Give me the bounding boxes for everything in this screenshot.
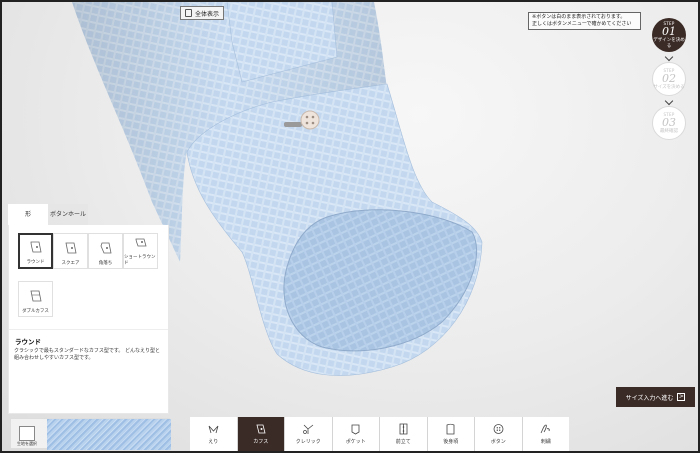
part-toolbar: えり カフス クレリック ポケット 前立て 後身頃 ボタン 刺繍 [190, 417, 569, 451]
step-01[interactable]: STEP 01 デザインを決める [652, 18, 686, 52]
placket-icon [399, 423, 408, 435]
toolbar-placket[interactable]: 前立て [380, 417, 427, 451]
round-cuff-icon [30, 241, 41, 253]
toolbar-label: えり [208, 439, 219, 445]
option-corner-cut[interactable]: 角落ち [88, 233, 123, 269]
chevron-down-icon [664, 52, 674, 62]
notice-line: 正しくはボタンメニューで確かめてください [532, 21, 632, 27]
fabric-select-label: 生地を選択 [17, 441, 37, 446]
proceed-to-size-button[interactable]: サイズ入力へ進む > [616, 387, 695, 407]
step-navigation: STEP 01 デザインを決める STEP 02 サイズを決める STEP 03… [650, 18, 688, 140]
option-label: スクエア [61, 261, 80, 266]
fabric-selector[interactable]: 生地を選択 [10, 418, 171, 450]
short-round-cuff-icon [135, 238, 147, 247]
panel-tabs: 形 ボタンホール [8, 204, 169, 225]
description-line: 組み合わせしやすいカフス型です。 [14, 355, 94, 361]
pocket-icon [351, 424, 360, 435]
corner-cut-cuff-icon [100, 242, 111, 254]
cuff-options-panel: 形 ボタンホール ラウンド スクエア 角落ち ショートラウンド ダブルカフス ラ… [8, 204, 169, 414]
panel-body: ラウンド スクエア 角落ち ショートラウンド ダブルカフス ラウンド クラシック… [8, 225, 169, 414]
toolbar-button[interactable]: ボタン [475, 417, 522, 451]
cuff-option-grid: ラウンド スクエア 角落ち ショートラウンド ダブルカフス [9, 225, 168, 329]
toolbar-label: 後身頃 [443, 439, 459, 445]
step-text: 最終確認 [660, 128, 678, 134]
fabric-swatch[interactable] [47, 419, 171, 450]
toolbar-label: カフス [253, 439, 269, 445]
toolbar-pocket[interactable]: ポケット [332, 417, 379, 451]
step-number: 03 [662, 115, 676, 129]
cuff-icon [256, 424, 266, 434]
step-number: 02 [662, 71, 676, 85]
option-short-round[interactable]: ショートラウンド [123, 233, 158, 269]
toolbar-label: クレリック [295, 439, 321, 445]
option-label: ラウンド [26, 260, 45, 265]
option-description-title: ラウンド [9, 329, 168, 348]
button-icon [493, 424, 504, 434]
full-view-label: 全体表示 [195, 10, 220, 18]
toolbar-embroidery[interactable]: 刺繍 [522, 417, 569, 451]
app-frame: 全体表示 ※ボタンは白のまま表示されております。 正しくはボタンメニューで確かめ… [0, 0, 700, 453]
step-number: 01 [662, 25, 676, 38]
option-label: 角落ち [98, 261, 113, 266]
collar-icon [208, 425, 219, 434]
toolbar-cuffs[interactable]: カフス [237, 417, 284, 451]
shirt-icon [185, 9, 192, 17]
option-square[interactable]: スクエア [53, 233, 88, 269]
toolbar-collar[interactable]: えり [190, 417, 237, 451]
proceed-label: サイズ入力へ進む [625, 394, 674, 402]
toolbar-label: ボタン [490, 439, 506, 445]
option-label: ダブルカフス [22, 309, 49, 314]
toolbar-back-body[interactable]: 後身頃 [427, 417, 474, 451]
step-02[interactable]: STEP 02 サイズを決める [652, 62, 686, 96]
back-body-icon [446, 423, 455, 435]
double-cuff-icon [30, 290, 41, 302]
toolbar-label: 刺繍 [540, 439, 551, 445]
option-label: ショートラウンド [124, 255, 156, 266]
step-03[interactable]: STEP 03 最終確認 [652, 106, 686, 140]
arrow-right-icon: > [677, 393, 686, 401]
cleric-icon [302, 424, 313, 434]
toolbar-label: 前立て [395, 439, 411, 445]
tab-shape[interactable]: 形 [8, 204, 48, 225]
button-color-notice: ※ボタンは白のまま表示されております。 正しくはボタンメニューで確かめてください [528, 12, 641, 30]
square-cuff-icon [65, 242, 76, 254]
chevron-down-icon [664, 96, 674, 106]
notice-line: ※ボタンは白のまま表示されております。 [532, 14, 626, 20]
toolbar-cleric[interactable]: クレリック [285, 417, 332, 451]
option-round[interactable]: ラウンド [18, 233, 53, 269]
toolbar-label: ポケット [345, 439, 366, 445]
tab-buttonhole[interactable]: ボタンホール [48, 204, 88, 225]
step-text: デザインを決める [653, 38, 685, 49]
option-double-cuff[interactable]: ダブルカフス [18, 281, 53, 317]
description-line: クラシックで最もスタンダードなカフス型です。 どんなえり型と [14, 348, 160, 354]
fabric-select-icon [19, 426, 35, 441]
step-text: サイズを決める [653, 84, 685, 90]
embroidery-icon [540, 424, 550, 434]
full-view-button[interactable]: 全体表示 [180, 6, 225, 20]
option-description: クラシックで最もスタンダードなカフス型です。 どんなえり型と 組み合わせしやすい… [9, 348, 168, 362]
